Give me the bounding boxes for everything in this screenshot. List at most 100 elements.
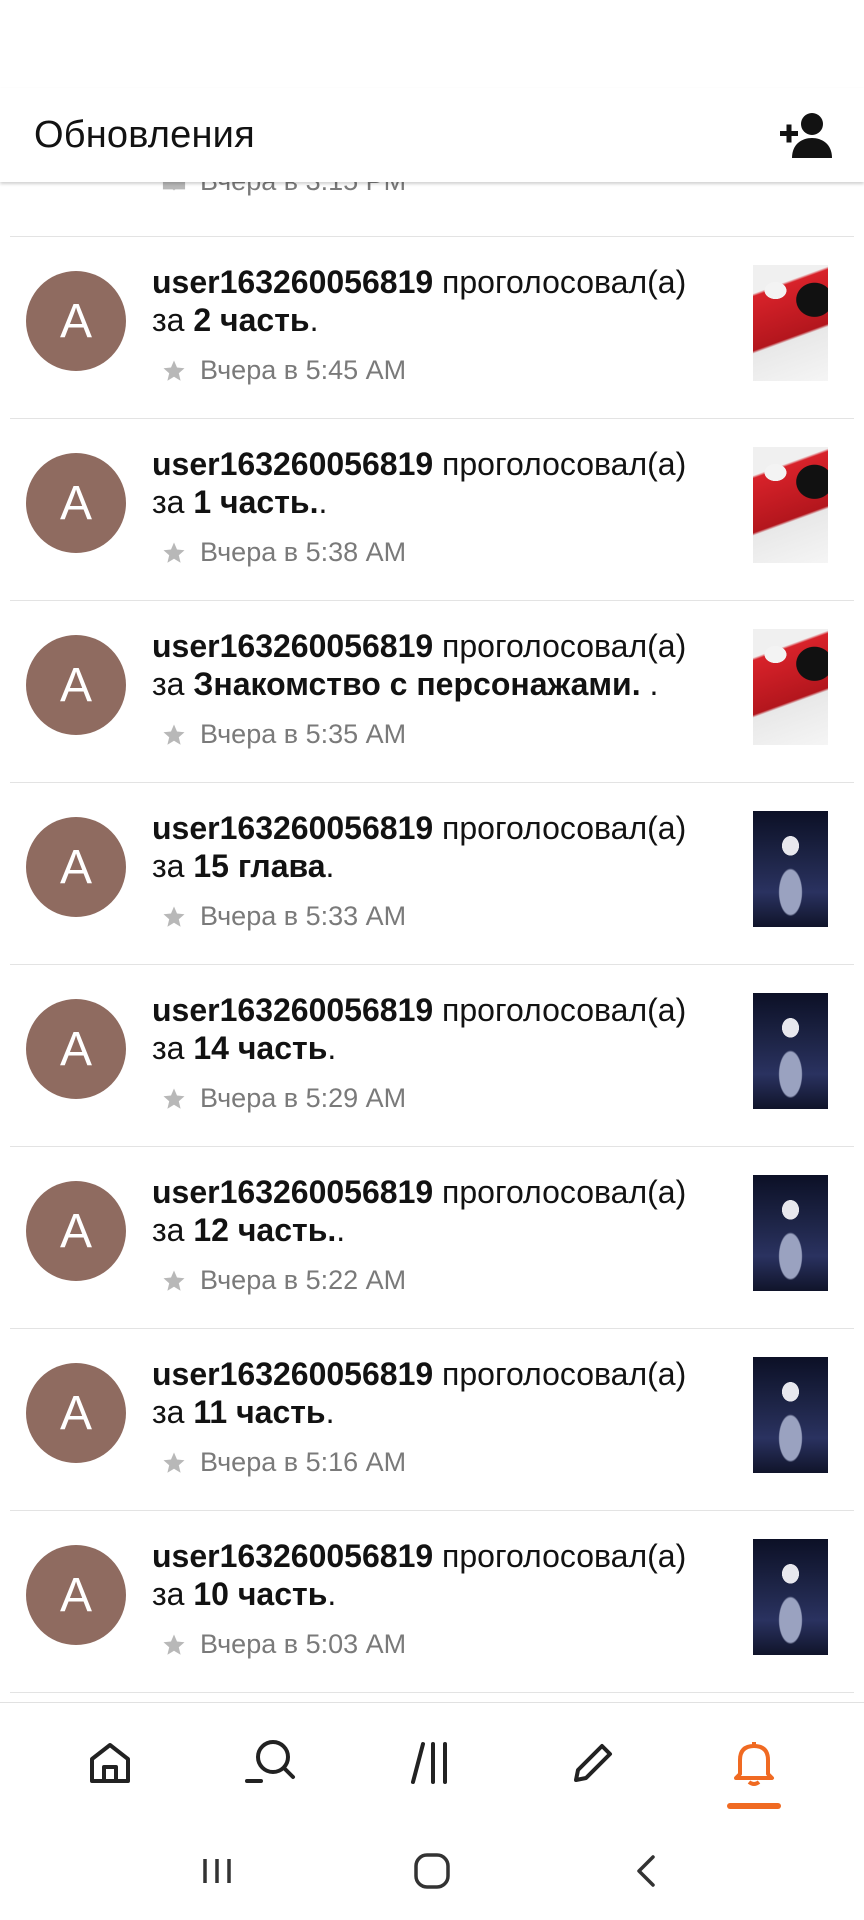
notification-text: user163260056819 проголосовал(а) за Знак…: [152, 627, 722, 703]
avatar-letter: A: [59, 1568, 92, 1622]
action-text: проголосовал(а): [442, 1538, 687, 1574]
notification-item[interactable]: A user163260056819 проголосовал(а) за 1 …: [10, 419, 854, 601]
recent-apps-button[interactable]: [187, 1841, 247, 1901]
action-text: проголосовал(а): [442, 1356, 687, 1392]
preposition-text: за: [152, 848, 185, 884]
notification-item[interactable]: A user163260056819 проголосовал(а) за 14…: [10, 965, 854, 1147]
part-title[interactable]: Знакомство с персонажами.: [193, 666, 640, 702]
action-text: проголосовал(а): [442, 810, 687, 846]
story-cover[interactable]: [753, 447, 828, 563]
avatar[interactable]: A: [26, 1181, 126, 1281]
preposition-text: за: [152, 1394, 185, 1430]
avatar-letter: A: [59, 1386, 92, 1440]
part-suffix: .: [318, 484, 328, 520]
item-meta: Вчера в 5:22 AM: [162, 1265, 406, 1296]
username[interactable]: user163260056819: [152, 1538, 433, 1574]
avatar[interactable]: A: [26, 999, 126, 1099]
preposition-text: за: [152, 302, 185, 338]
notification-item[interactable]: A user163260056819 проголосовал(а) за 10…: [10, 1511, 854, 1693]
nav-write[interactable]: [553, 1723, 633, 1803]
part-suffix: .: [325, 848, 335, 884]
avatar[interactable]: A: [26, 635, 126, 735]
avatar[interactable]: A: [26, 1545, 126, 1645]
part-title[interactable]: 10 часть: [193, 1576, 327, 1612]
notification-text: user163260056819 проголосовал(а) за 2 ча…: [152, 263, 722, 339]
part-title[interactable]: 1 часть.: [193, 484, 318, 520]
avatar[interactable]: A: [26, 1363, 126, 1463]
system-home-button[interactable]: [402, 1841, 462, 1901]
item-time: Вчера в 5:29 AM: [200, 1083, 407, 1113]
avatar[interactable]: A: [26, 453, 126, 553]
notification-text: user163260056819 проголосовал(а) за 11 ч…: [152, 1355, 722, 1431]
bell-icon: [733, 1741, 774, 1786]
preposition-text: за: [152, 1212, 185, 1248]
item-meta: Вчера в 5:35 AM: [162, 719, 406, 750]
home-icon: [90, 1742, 131, 1783]
star-icon: [162, 1087, 186, 1111]
back-button[interactable]: [617, 1841, 677, 1901]
avatar[interactable]: A: [26, 817, 126, 917]
part-title[interactable]: 2 часть: [193, 302, 309, 338]
part-title[interactable]: 14 часть: [193, 1030, 327, 1066]
avatar[interactable]: A: [26, 271, 126, 371]
list-item-partial[interactable]: Вчера в 3:15 PM: [10, 182, 854, 237]
action-text: проголосовал(а): [442, 992, 687, 1028]
username[interactable]: user163260056819: [152, 446, 433, 482]
avatar-letter: A: [59, 294, 92, 348]
item-time: Вчера в 5:35 AM: [200, 719, 407, 749]
nav-home[interactable]: [70, 1723, 150, 1803]
write-icon: [573, 1743, 612, 1782]
item-time: Вчера в 5:22 AM: [200, 1265, 407, 1295]
part-title[interactable]: 12 часть.: [193, 1212, 336, 1248]
part-suffix: .: [327, 1030, 337, 1066]
avatar-letter: A: [59, 476, 92, 530]
part-suffix: .: [640, 666, 659, 702]
notification-text: user163260056819 проголосовал(а) за 10 ч…: [152, 1537, 722, 1613]
part-suffix: .: [327, 1576, 337, 1612]
item-meta: Вчера в 5:16 AM: [162, 1447, 406, 1478]
avatar-letter: A: [59, 840, 92, 894]
nav-notifications[interactable]: [714, 1723, 794, 1809]
item-meta: Вчера в 5:03 AM: [162, 1629, 406, 1660]
username[interactable]: user163260056819: [152, 1356, 433, 1392]
nav-library[interactable]: [392, 1723, 472, 1803]
story-cover[interactable]: [753, 1357, 828, 1473]
library-icon: [410, 1741, 447, 1784]
username[interactable]: user163260056819: [152, 1174, 433, 1210]
star-icon: [162, 359, 186, 383]
action-text: проголосовал(а): [442, 628, 687, 664]
story-cover[interactable]: [753, 811, 828, 927]
notification-item[interactable]: A user163260056819 проголосовал(а) за 11…: [10, 1329, 854, 1511]
item-meta: Вчера в 5:45 AM: [162, 355, 406, 386]
star-icon: [162, 1633, 186, 1657]
story-cover[interactable]: [753, 629, 828, 745]
notification-item[interactable]: A user163260056819 проголосовал(а) за 12…: [10, 1147, 854, 1329]
story-cover[interactable]: [753, 993, 828, 1109]
item-time: Вчера в 5:03 AM: [200, 1629, 407, 1659]
notification-feed[interactable]: Вчера в 3:15 PM A user163260056819 прого…: [0, 182, 864, 1702]
part-title[interactable]: 11 часть: [193, 1394, 325, 1430]
story-cover[interactable]: [753, 265, 828, 381]
notification-text: user163260056819 проголосовал(а) за 15 г…: [152, 809, 722, 885]
app-header: Обновления: [0, 88, 864, 182]
nav-search[interactable]: [231, 1723, 311, 1803]
part-title[interactable]: 15 глава: [193, 848, 325, 884]
story-cover[interactable]: [753, 1175, 828, 1291]
page-title: Обновления: [34, 113, 255, 156]
username[interactable]: user163260056819: [152, 992, 433, 1028]
notification-text: user163260056819 проголосовал(а) за 14 ч…: [152, 991, 722, 1067]
username[interactable]: user163260056819: [152, 810, 433, 846]
notification-item[interactable]: A user163260056819 проголосовал(а) за 2 …: [10, 237, 854, 419]
add-user-button[interactable]: [776, 104, 838, 166]
username[interactable]: user163260056819: [152, 264, 433, 300]
username[interactable]: user163260056819: [152, 628, 433, 664]
notification-item[interactable]: A user163260056819 проголосовал(а) за Зн…: [10, 601, 854, 783]
action-text: проголосовал(а): [442, 446, 687, 482]
story-cover[interactable]: [753, 1539, 828, 1655]
notification-item[interactable]: A user163260056819 проголосовал(а) за 15…: [10, 783, 854, 965]
item-time: Вчера в 5:33 AM: [200, 901, 407, 931]
item-meta: Вчера в 3:15 PM: [162, 182, 406, 197]
action-text: проголосовал(а): [442, 1174, 687, 1210]
item-time: Вчера в 5:38 AM: [200, 537, 407, 567]
item-time: Вчера в 5:16 AM: [200, 1447, 407, 1477]
